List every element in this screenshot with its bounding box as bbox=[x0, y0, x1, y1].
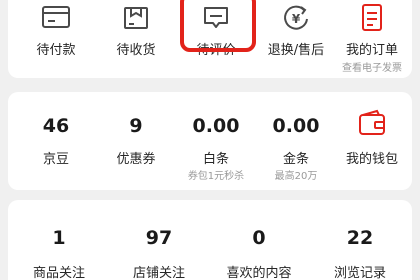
my-wallet-label: 我的钱包 bbox=[345, 152, 398, 167]
my-orders-label: 我的订单 bbox=[345, 43, 398, 58]
coupons-value: 9 bbox=[129, 115, 143, 137]
liked-content-label: 喜欢的内容 bbox=[226, 266, 292, 280]
browsing-history-value: 22 bbox=[346, 227, 374, 249]
svg-text:¥: ¥ bbox=[292, 12, 301, 26]
store-follows-value: 97 bbox=[145, 227, 173, 249]
baitiao-promo: 券包1元秒杀 bbox=[187, 171, 245, 182]
baitiao-label: 白条 bbox=[202, 152, 229, 167]
jd-beans-label: 京豆 bbox=[42, 152, 69, 167]
product-follows-label: 商品关注 bbox=[32, 266, 85, 280]
activity-card: 1 商品关注 97 店铺关注 0 喜欢的内容 22 浏览记录 bbox=[8, 200, 412, 280]
wallet-card-icon bbox=[38, 2, 74, 34]
baitiao-value: 0.00 bbox=[192, 115, 240, 137]
jd-beans-value: 46 bbox=[42, 115, 70, 137]
jintiao-label: 金条 bbox=[282, 152, 309, 167]
order-refund-aftersale-label: 退换/售后 bbox=[267, 43, 325, 58]
product-follows[interactable]: 1 商品关注 bbox=[16, 200, 102, 280]
jintiao[interactable]: 0.00 金条 最高20万 bbox=[256, 92, 336, 190]
wallet-card: 46 京豆 9 优惠券 0.00 白条 券包1元秒杀 0.00 金条 最高20万… bbox=[8, 92, 412, 190]
jintiao-value: 0.00 bbox=[272, 115, 320, 137]
my-wallet-button[interactable]: 我的钱包 bbox=[330, 92, 414, 190]
liked-content-value: 0 bbox=[252, 227, 266, 249]
coupons[interactable]: 9 优惠券 bbox=[96, 92, 176, 190]
yen-refund-icon: ¥ bbox=[278, 2, 314, 34]
order-pending-receipt[interactable]: 待收货 bbox=[96, 0, 176, 88]
store-follows-label: 店铺关注 bbox=[132, 266, 185, 280]
browsing-history[interactable]: 22 浏览记录 bbox=[316, 200, 404, 280]
order-pending-receipt-label: 待收货 bbox=[116, 43, 156, 58]
coupons-label: 优惠券 bbox=[116, 152, 156, 167]
package-box-icon bbox=[118, 2, 154, 34]
order-status-card: 待付款 待收货 待评价 ¥ 退换/售后 我的订单 查看电子发票 bbox=[8, 0, 412, 78]
order-refund-aftersale[interactable]: ¥ 退换/售后 bbox=[256, 0, 336, 88]
my-orders-button[interactable]: 我的订单 查看电子发票 bbox=[330, 0, 414, 88]
browsing-history-label: 浏览记录 bbox=[333, 266, 386, 280]
product-follows-value: 1 bbox=[52, 227, 66, 249]
order-pending-payment[interactable]: 待付款 bbox=[16, 0, 96, 88]
order-pending-payment-label: 待付款 bbox=[36, 43, 76, 58]
pending-review-highlight-box bbox=[180, 0, 256, 52]
jd-beans[interactable]: 46 京豆 bbox=[16, 92, 96, 190]
order-list-icon bbox=[354, 2, 390, 34]
baitiao[interactable]: 0.00 白条 券包1元秒杀 bbox=[176, 92, 256, 190]
liked-content[interactable]: 0 喜欢的内容 bbox=[216, 200, 302, 280]
store-follows[interactable]: 97 店铺关注 bbox=[116, 200, 202, 280]
jintiao-promo: 最高20万 bbox=[274, 171, 318, 182]
view-invoice-link[interactable]: 查看电子发票 bbox=[330, 59, 414, 74]
wallet-icon bbox=[354, 108, 390, 140]
